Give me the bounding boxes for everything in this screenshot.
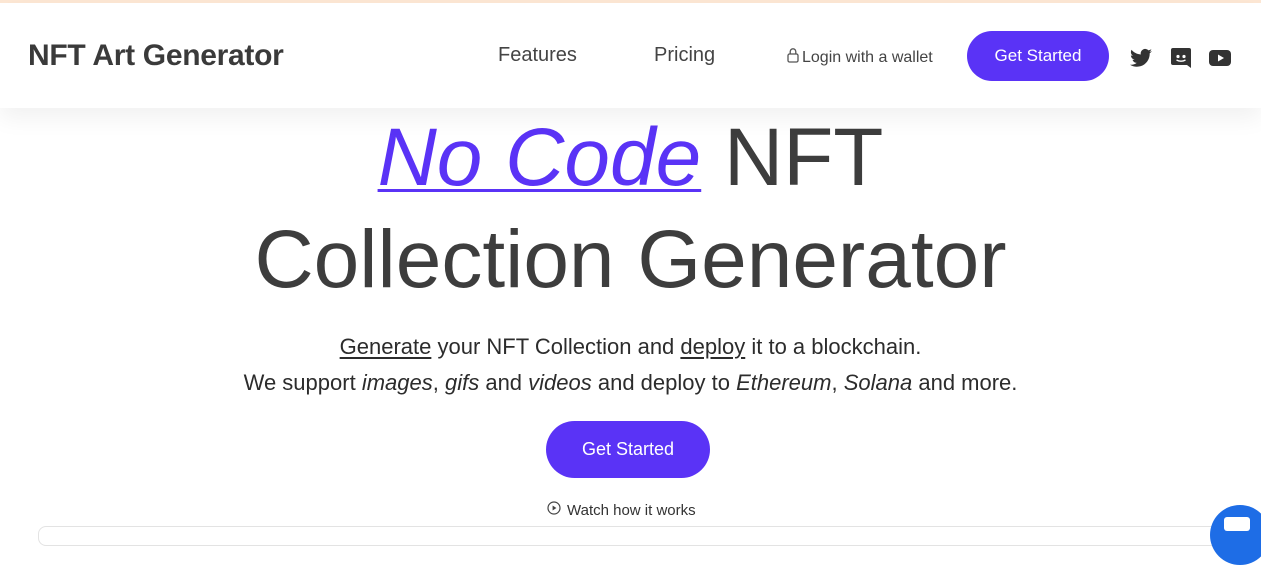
videos-term: videos xyxy=(528,370,592,395)
watch-video-link[interactable]: Watch how it works xyxy=(547,501,696,519)
hero-title-line1: No Code NFT xyxy=(0,112,1261,204)
login-wallet-link[interactable]: Login with a wallet xyxy=(786,47,933,68)
hero-title-line2: Collection Generator xyxy=(254,214,1007,305)
hero-title-accent: No Code xyxy=(377,112,702,203)
subtitle-text: and deploy to xyxy=(591,370,737,395)
hero-title-rest: NFT xyxy=(701,112,884,203)
ethereum-term: Ethereum xyxy=(736,370,832,395)
images-term: images xyxy=(361,370,433,395)
nav-features-link[interactable]: Features xyxy=(498,44,577,67)
nav-pricing-link[interactable]: Pricing xyxy=(654,44,715,67)
subtitle-text: it to a blockchain. xyxy=(745,334,922,359)
hero-get-started-button[interactable]: Get Started xyxy=(546,421,710,478)
preview-card xyxy=(38,526,1228,546)
youtube-icon[interactable] xyxy=(1208,46,1232,70)
subtitle-text: your NFT Collection and xyxy=(431,334,681,359)
watch-video-label: Watch how it works xyxy=(567,501,696,519)
gifs-term: gifs xyxy=(444,370,480,395)
generate-link[interactable]: Generate xyxy=(340,334,432,359)
subtitle-text: , xyxy=(432,370,445,395)
login-wallet-label: Login with a wallet xyxy=(802,48,933,66)
chat-icon xyxy=(1224,517,1250,531)
subtitle-text: and xyxy=(479,370,529,395)
play-circle-icon xyxy=(547,501,561,519)
twitter-icon[interactable] xyxy=(1129,46,1153,70)
discord-icon[interactable] xyxy=(1169,46,1193,70)
chat-widget-button[interactable] xyxy=(1210,505,1261,565)
navbar: NFT Art Generator Features Pricing Login… xyxy=(0,3,1261,108)
nav-get-started-button[interactable]: Get Started xyxy=(967,31,1109,81)
solana-term: Solana xyxy=(843,370,913,395)
hero-subtitle-line1: Generate your NFT Collection and deploy … xyxy=(0,334,1261,360)
subtitle-text: , xyxy=(831,370,844,395)
subtitle-text: We support xyxy=(243,370,362,395)
brand-logo[interactable]: NFT Art Generator xyxy=(28,39,284,73)
lock-icon xyxy=(786,47,800,68)
subtitle-text: and more. xyxy=(912,370,1018,395)
hero-subtitle-line2: We support images, gifs and videos and d… xyxy=(0,370,1261,396)
deploy-link[interactable]: deploy xyxy=(680,334,745,359)
